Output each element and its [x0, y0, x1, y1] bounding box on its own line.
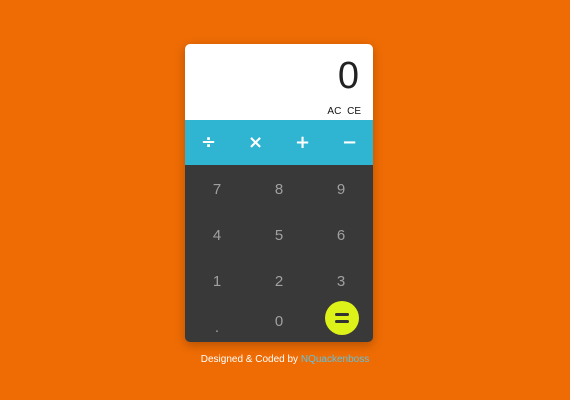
equals-button[interactable] [325, 301, 359, 335]
subtract-button[interactable]: − [326, 120, 373, 165]
key-5[interactable]: 5 [248, 213, 310, 257]
decimal-point-key[interactable]: . [186, 305, 248, 342]
footer-text: Designed & Coded by [200, 354, 299, 365]
key-6[interactable]: 6 [310, 213, 372, 257]
key-4[interactable]: 4 [186, 213, 248, 257]
key-1[interactable]: 1 [186, 259, 248, 303]
key-0[interactable]: 0 [248, 299, 310, 342]
divide-button[interactable]: ÷ [185, 120, 232, 165]
add-button[interactable]: + [279, 120, 326, 165]
key-7[interactable]: 7 [186, 167, 248, 211]
all-clear-button[interactable]: AC [327, 106, 341, 117]
key-8[interactable]: 8 [248, 167, 310, 211]
footer-credit: Designed & Coded by NQuackenboss [0, 354, 570, 365]
key-9[interactable]: 9 [310, 167, 372, 211]
multiply-button[interactable]: × [232, 120, 279, 165]
author-link[interactable]: NQuackenboss [301, 354, 369, 365]
key-3[interactable]: 3 [310, 259, 372, 303]
key-2[interactable]: 2 [248, 259, 310, 303]
keypad: 7 8 9 4 5 6 1 2 3 . 0 [185, 165, 373, 342]
clear-controls: AC CE [327, 106, 361, 118]
clear-entry-button[interactable]: CE [347, 106, 361, 117]
display-value: 0 [337, 55, 359, 97]
calculator: 0 AC CE ÷ × + − 7 8 9 4 5 6 1 2 3 . 0 [185, 44, 373, 342]
display-panel: 0 AC CE [185, 44, 373, 120]
operator-bar: ÷ × + − [185, 120, 373, 165]
